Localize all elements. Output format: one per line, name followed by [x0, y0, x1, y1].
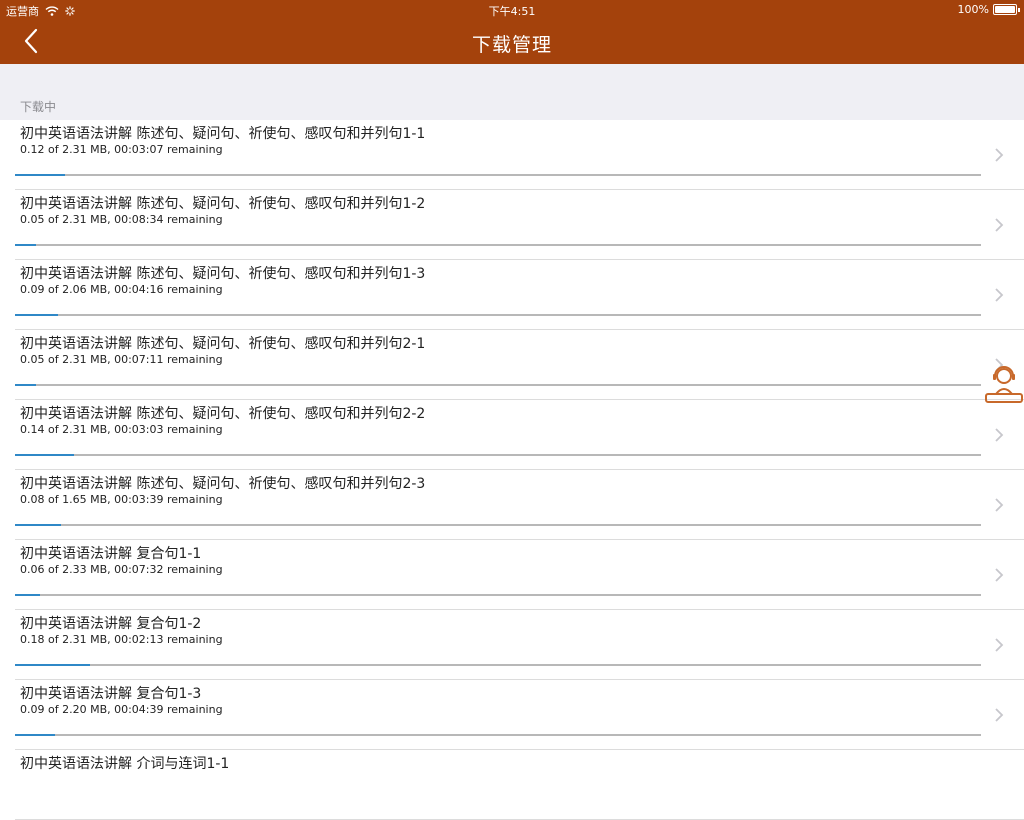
download-title: 初中英语语法讲解 陈述句、疑问句、祈使句、感叹句和并列句1-3	[20, 266, 426, 282]
progress-fill	[15, 384, 37, 386]
download-title: 初中英语语法讲解 陈述句、疑问句、祈使句、感叹句和并列句2-2	[20, 406, 426, 422]
chevron-right-icon	[995, 148, 1004, 162]
battery-tip	[1018, 7, 1020, 12]
navigation-bar: 下载管理	[0, 20, 1024, 64]
progress-fill	[15, 454, 74, 456]
chevron-right-icon	[995, 218, 1004, 232]
download-row[interactable]: 初中英语语法讲解 介词与连词1-1	[0, 750, 1024, 820]
section-header: 下载中	[0, 64, 1024, 120]
chevron-right-icon	[995, 498, 1004, 512]
download-title: 初中英语语法讲解 介词与连词1-1	[20, 756, 230, 772]
progress-bar	[15, 174, 981, 176]
download-status: 0.08 of 1.65 MB, 00:03:39 remaining	[20, 493, 223, 506]
download-row[interactable]: 初中英语语法讲解 陈述句、疑问句、祈使句、感叹句和并列句2-2 0.14 of 2…	[0, 400, 1024, 470]
download-row[interactable]: 初中英语语法讲解 陈述句、疑问句、祈使句、感叹句和并列句1-3 0.09 of 2…	[0, 260, 1024, 330]
chevron-right-icon	[995, 638, 1004, 652]
progress-bar	[15, 734, 981, 736]
progress-fill	[15, 314, 58, 316]
status-right: 100%	[958, 3, 1020, 16]
download-row[interactable]: 初中英语语法讲解 复合句1-3 0.09 of 2.20 MB, 00:04:39…	[0, 680, 1024, 750]
battery-icon	[993, 4, 1017, 15]
status-bar: 运营商 下午4:51 100%	[0, 0, 1024, 20]
section-label: 下载中	[20, 100, 57, 114]
download-title: 初中英语语法讲解 复合句1-3	[20, 686, 202, 702]
download-status: 0.05 of 2.31 MB, 00:08:34 remaining	[20, 213, 223, 226]
progress-fill	[15, 734, 55, 736]
download-title: 初中英语语法讲解 陈述句、疑问句、祈使句、感叹句和并列句1-2	[20, 196, 426, 212]
download-row[interactable]: 初中英语语法讲解 复合句1-1 0.06 of 2.33 MB, 00:07:32…	[0, 540, 1024, 610]
download-title: 初中英语语法讲解 复合句1-1	[20, 546, 202, 562]
download-status: 0.18 of 2.31 MB, 00:02:13 remaining	[20, 633, 223, 646]
download-row[interactable]: 初中英语语法讲解 陈述句、疑问句、祈使句、感叹句和并列句2-3 0.08 of 1…	[0, 470, 1024, 540]
progress-bar	[15, 594, 981, 596]
download-row[interactable]: 初中英语语法讲解 陈述句、疑问句、祈使句、感叹句和并列句1-2 0.05 of 2…	[0, 190, 1024, 260]
download-status: 0.09 of 2.06 MB, 00:04:16 remaining	[20, 283, 223, 296]
download-title: 初中英语语法讲解 陈述句、疑问句、祈使句、感叹句和并列句2-3	[20, 476, 426, 492]
progress-fill	[15, 244, 37, 246]
download-list: 初中英语语法讲解 陈述句、疑问句、祈使句、感叹句和并列句1-1 0.12 of 2…	[0, 120, 1024, 820]
progress-bar	[15, 384, 981, 386]
progress-fill	[15, 594, 41, 596]
progress-bar	[15, 244, 981, 246]
download-title: 初中英语语法讲解 复合句1-2	[20, 616, 202, 632]
download-status: 0.05 of 2.31 MB, 00:07:11 remaining	[20, 353, 223, 366]
download-row[interactable]: 初中英语语法讲解 陈述句、疑问句、祈使句、感叹句和并列句1-1 0.12 of 2…	[0, 120, 1024, 190]
download-status: 0.14 of 2.31 MB, 00:03:03 remaining	[20, 423, 223, 436]
battery-percent: 100%	[957, 3, 989, 16]
progress-fill	[15, 524, 62, 526]
page-title: 下载管理	[471, 34, 552, 56]
download-row[interactable]: 初中英语语法讲解 复合句1-2 0.18 of 2.31 MB, 00:02:13…	[0, 610, 1024, 680]
download-status: 0.12 of 2.31 MB, 00:03:07 remaining	[20, 143, 223, 156]
chevron-right-icon	[995, 288, 1004, 302]
download-status: 0.06 of 2.33 MB, 00:07:32 remaining	[20, 563, 223, 576]
progress-bar	[15, 454, 981, 456]
progress-bar	[15, 524, 981, 526]
status-time: 下午4:51	[488, 5, 536, 18]
download-title: 初中英语语法讲解 陈述句、疑问句、祈使句、感叹句和并列句1-1	[20, 126, 426, 142]
customer-service-icon[interactable]	[984, 362, 1024, 406]
chevron-right-icon	[995, 708, 1004, 722]
download-status: 0.09 of 2.20 MB, 00:04:39 remaining	[20, 703, 223, 716]
progress-fill	[15, 664, 91, 666]
chevron-right-icon	[995, 568, 1004, 582]
download-title: 初中英语语法讲解 陈述句、疑问句、祈使句、感叹句和并列句2-1	[20, 336, 426, 352]
chevron-right-icon	[995, 428, 1004, 442]
download-row[interactable]: 初中英语语法讲解 陈述句、疑问句、祈使句、感叹句和并列句2-1 0.05 of 2…	[0, 330, 1024, 400]
progress-bar	[15, 664, 981, 666]
progress-bar	[15, 314, 981, 316]
progress-fill	[15, 174, 66, 176]
